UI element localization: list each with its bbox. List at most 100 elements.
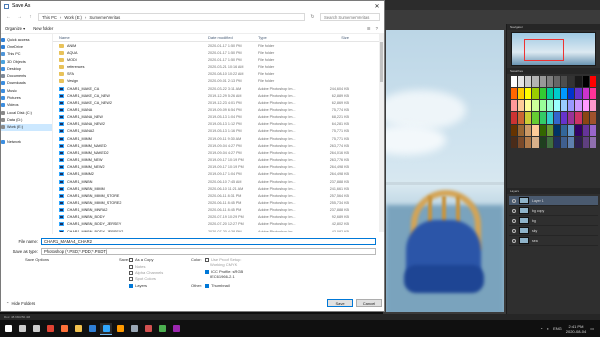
nav-item[interactable]: Videos <box>1 102 52 109</box>
app-icon-2[interactable] <box>156 323 168 335</box>
spot-colors-checkbox[interactable] <box>129 276 133 281</box>
color-swatch[interactable] <box>553 76 561 88</box>
color-swatch[interactable] <box>553 136 561 148</box>
color-swatch[interactable] <box>546 88 553 100</box>
close-icon[interactable]: ✕ <box>370 3 384 10</box>
new-folder-button[interactable]: New folder <box>33 26 53 31</box>
task-view-icon[interactable] <box>30 323 42 335</box>
organize-button[interactable]: Organize ▾ <box>5 26 25 31</box>
notes-checkbox[interactable] <box>129 264 133 269</box>
spot-colors-option[interactable]: Spot Colors <box>129 276 156 281</box>
alpha-channels-checkbox[interactable] <box>129 270 133 275</box>
volume-icon[interactable]: ◖ <box>547 326 549 331</box>
layer-row[interactable]: bg <box>509 216 598 226</box>
file-row[interactable]: CHAR1_MANA2 2019-05-13 1:16 PM Adobe Photo… <box>53 128 384 135</box>
address-bar[interactable]: This PC › Work (E:) › SumemerVeritas <box>38 13 305 21</box>
mail-icon[interactable] <box>86 323 98 335</box>
eye-icon[interactable] <box>512 228 516 233</box>
color-swatch[interactable] <box>582 136 589 148</box>
use-proof-setup-checkbox[interactable] <box>205 257 209 262</box>
color-swatch[interactable] <box>546 76 553 88</box>
color-swatch[interactable] <box>525 76 532 88</box>
file-row[interactable]: CHAR1_MNBN_MNRA2 2020-06-11 8:45 PM Adobe … <box>53 207 384 214</box>
color-swatch[interactable] <box>511 124 518 136</box>
file-row[interactable]: ANIM 2020-01-17 1:50 PM File folder <box>53 42 384 49</box>
color-swatch[interactable] <box>589 100 596 112</box>
color-swatch[interactable] <box>561 112 568 124</box>
file-row[interactable]: CHAR1_MIMM_NEW2 2019-09-17 10:19 PM Adobe … <box>53 164 384 171</box>
color-swatch[interactable] <box>561 76 568 88</box>
alpha-channels-option[interactable]: Alpha Channels <box>129 270 163 275</box>
color-swatch[interactable] <box>532 124 539 136</box>
cancel-button[interactable]: Cancel <box>356 299 382 307</box>
file-row[interactable]: CHAR1_MIMM 2019-09-11 9:30 AM Adobe Photos… <box>53 135 384 142</box>
color-swatch[interactable] <box>525 88 532 100</box>
file-row[interactable]: CHAR1_MANA_NEW2 2019-05-13 1:12 PM Adobe P… <box>53 121 384 128</box>
color-swatch[interactable] <box>575 112 582 124</box>
clock[interactable]: 2:41 PM 2020-08-04 <box>566 324 586 334</box>
nav-item[interactable]: 3D Objects <box>1 58 52 65</box>
breadcrumb-segment[interactable]: Work (E:) <box>64 15 82 20</box>
notifications-icon[interactable]: ▭ <box>590 326 594 331</box>
color-swatch[interactable] <box>539 124 546 136</box>
file-row[interactable]: CHAR1_MAKE_CA_NEW 2019-12-29 5:26 AM Adobe… <box>53 92 384 99</box>
color-swatch[interactable] <box>525 136 532 148</box>
color-swatch[interactable] <box>532 112 539 124</box>
document-canvas[interactable] <box>386 30 504 312</box>
layers-panel-title[interactable]: Layers <box>507 188 600 194</box>
nav-item[interactable]: Music <box>1 87 52 94</box>
color-swatch[interactable] <box>568 76 575 88</box>
file-row[interactable]: Vesign 2020-09-01 2:13 PM File folder <box>53 78 384 85</box>
file-row[interactable]: CHAR1_MNBN_BODY_JERSEY2 2020-07-20 4:38 P… <box>53 228 384 232</box>
color-swatch[interactable] <box>553 112 561 124</box>
nav-item[interactable]: OneDrive <box>1 43 52 50</box>
refresh-icon[interactable]: ↻ <box>309 14 316 20</box>
file-row[interactable]: SFA 2020-08-10 10:22 AM File folder <box>53 71 384 78</box>
color-swatch[interactable] <box>561 136 568 148</box>
up-arrow-icon[interactable]: ↑ <box>27 14 34 20</box>
color-swatch[interactable] <box>589 112 596 124</box>
nav-item[interactable]: Documents <box>1 72 52 79</box>
color-swatch[interactable] <box>518 76 525 88</box>
color-swatch[interactable] <box>525 100 532 112</box>
color-swatch[interactable] <box>539 100 546 112</box>
save-button[interactable]: Save <box>327 299 353 307</box>
file-row[interactable]: CHAR1_MNBN_MIMM 2020-06-10 11:21 AM Adobe … <box>53 185 384 192</box>
photoshop-icon[interactable] <box>100 322 112 335</box>
eye-icon[interactable] <box>512 208 516 213</box>
color-swatch[interactable] <box>553 88 561 100</box>
color-swatch[interactable] <box>561 88 568 100</box>
nav-item[interactable]: This PC <box>1 51 52 58</box>
breadcrumb-segment[interactable]: This PC <box>42 15 57 20</box>
color-swatch[interactable] <box>532 136 539 148</box>
color-swatch[interactable] <box>575 76 582 88</box>
file-row[interactable]: CHAR1_MANA_NEW 2019-05-13 1:04 PM Adobe Ph… <box>53 114 384 121</box>
language-indicator[interactable]: ENG <box>553 326 562 331</box>
color-swatch[interactable] <box>568 112 575 124</box>
back-arrow-icon[interactable]: ← <box>5 14 12 20</box>
as-a-copy-checkbox[interactable] <box>129 257 133 262</box>
nav-item[interactable]: Local Disk (C:) <box>1 109 52 116</box>
color-swatch[interactable] <box>589 124 596 136</box>
network-icon[interactable]: ◔ <box>540 326 542 331</box>
hide-folders-toggle[interactable]: ⌃ Hide Folders <box>6 301 35 306</box>
color-swatch[interactable] <box>568 88 575 100</box>
color-swatch[interactable] <box>511 76 518 88</box>
nav-item[interactable]: Pictures <box>1 94 52 101</box>
app-icon[interactable] <box>142 323 154 335</box>
color-swatch[interactable] <box>546 112 553 124</box>
layers-checkbox[interactable] <box>129 283 133 288</box>
color-swatch[interactable] <box>589 76 596 88</box>
file-row[interactable]: CHAR1_MIMM_NEW 2019-09-17 10:19 PM Adobe P… <box>53 157 384 164</box>
nav-item[interactable]: Data (D:) <box>1 116 52 123</box>
view-options-icon[interactable]: ☰ <box>367 26 371 31</box>
layer-row[interactable]: bg copy <box>509 206 598 216</box>
color-swatch[interactable] <box>539 136 546 148</box>
eye-icon[interactable] <box>512 218 516 223</box>
color-swatch[interactable] <box>518 100 525 112</box>
nav-item[interactable]: Network <box>1 138 52 145</box>
thumbnail-checkbox[interactable] <box>205 283 209 288</box>
color-swatch[interactable] <box>525 112 532 124</box>
file-row[interactable]: MODI 2020-01-17 1:50 PM File folder <box>53 56 384 63</box>
firefox-icon[interactable] <box>58 323 70 335</box>
